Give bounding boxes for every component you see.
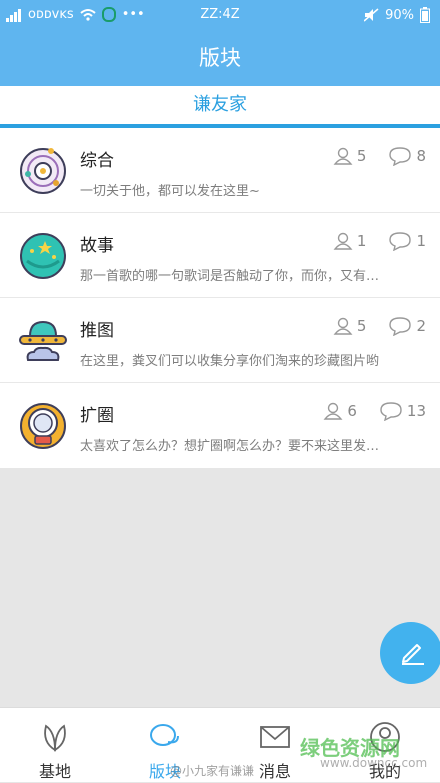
status-bar: ᴏᴅᴅᴠᴋs ••• ZZ:4Z 90% <box>0 0 440 30</box>
board-list: 综合 5 8 一切关于他，都可以发在这里~ 故事 1 1 那一首歌的哪一句歌词是… <box>0 128 440 468</box>
board-row-general[interactable]: 综合 5 8 一切关于他，都可以发在这里~ <box>0 128 440 213</box>
member-count: 5 <box>356 317 367 335</box>
board-row-expand[interactable]: 扩圈 6 13 太喜欢了怎么办？想扩圈啊怎么办？要不来这里发… <box>0 383 440 468</box>
board-name: 故事 <box>80 236 114 256</box>
comment-icon <box>388 316 412 336</box>
members-icon <box>333 146 353 166</box>
ufo-icon <box>18 316 68 366</box>
board-row-story[interactable]: 故事 1 1 那一首歌的哪一句歌词是否触动了你，而你，又有… <box>0 213 440 298</box>
post-count: 8 <box>416 147 426 165</box>
comment-icon <box>388 231 412 251</box>
member-count: 5 <box>356 147 367 165</box>
post-count: 1 <box>416 232 426 250</box>
members-icon <box>333 231 353 251</box>
board-row-pictures[interactable]: 推图 5 2 在这里，粪叉们可以收集分享你们淘来的珍藏图片哟 <box>0 298 440 383</box>
board-name: 推图 <box>80 321 114 341</box>
members-icon <box>333 316 353 336</box>
board-description: 在这里，粪叉们可以收集分享你们淘来的珍藏图片哟 <box>80 354 380 369</box>
comment-icon <box>388 146 412 166</box>
page-title: 版块 <box>0 30 440 86</box>
board-name: 综合 <box>80 151 114 171</box>
mute-icon <box>364 8 379 22</box>
tab-label: 基地 <box>38 762 71 781</box>
envelope-icon <box>258 720 292 758</box>
tab-base[interactable]: 基地 <box>0 708 110 783</box>
compose-button[interactable] <box>380 622 440 684</box>
watermark-weibo: @小九家有谦谦 <box>170 764 255 778</box>
astronaut-icon <box>18 401 68 451</box>
board-description: 那一首歌的哪一句歌词是否触动了你，而你，又有… <box>80 269 380 284</box>
globe-icon <box>18 231 68 281</box>
group-tab[interactable]: 谦友家 <box>0 86 440 124</box>
board-description: 太喜欢了怎么办？想扩圈啊怎么办？要不来这里发… <box>80 439 380 454</box>
watermark-url: www.downcc.com <box>320 756 428 770</box>
battery-icon <box>420 7 430 23</box>
member-count: 1 <box>356 232 367 250</box>
planet-rings-icon <box>18 146 68 196</box>
members-icon <box>323 401 343 421</box>
battery-level: 90% <box>385 7 414 23</box>
chat-bubbles-icon <box>148 720 182 758</box>
post-count: 13 <box>406 402 426 420</box>
board-description: 一切关于他，都可以发在这里~ <box>80 184 260 199</box>
post-count: 2 <box>416 317 426 335</box>
leaf-icon <box>38 720 72 758</box>
comment-icon <box>379 401 403 421</box>
board-name: 扩圈 <box>80 406 114 426</box>
member-count: 6 <box>347 402 357 420</box>
